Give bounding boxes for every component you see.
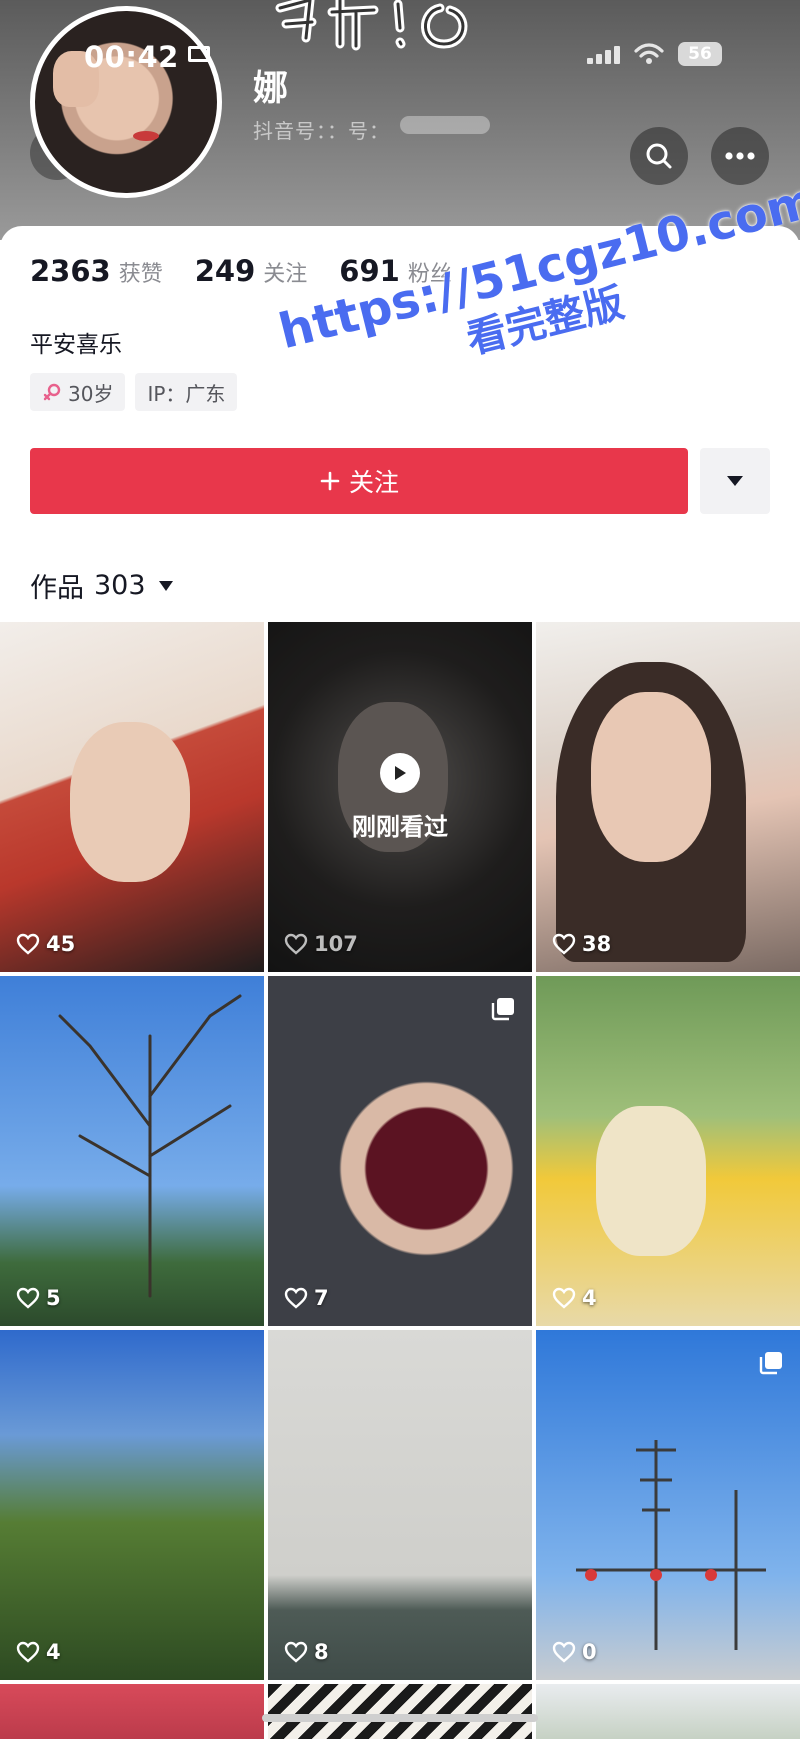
profile-tags: 30岁 IP：广东: [30, 373, 238, 411]
search-button[interactable]: [630, 127, 688, 185]
profile-bio: 平安喜乐: [30, 332, 122, 358]
recommend-dropdown-button[interactable]: [700, 448, 770, 514]
avatar-lips-shape: [133, 131, 159, 141]
like-count: 4: [552, 1286, 597, 1310]
video-tile[interactable]: 4: [536, 976, 800, 1326]
tag-age: 30岁: [30, 373, 126, 411]
like-count-value: 4: [46, 1640, 61, 1664]
multi-image-icon: [758, 1350, 784, 1380]
status-indicators: 56: [587, 42, 722, 66]
recently-viewed-overlay: 刚刚看过: [268, 622, 532, 972]
stat-likes[interactable]: 2363 获赞: [30, 254, 163, 288]
status-time: 00:42: [84, 40, 179, 74]
heart-icon: [552, 1641, 576, 1663]
like-count-value: 4: [582, 1286, 597, 1310]
profile-panel: 2363 获赞 249 关注 691 粉丝 平安喜乐 30岁 IP：广东 关注: [0, 226, 800, 622]
stat-followers[interactable]: 691 粉丝: [339, 254, 452, 288]
heart-icon: [16, 1287, 40, 1309]
works-tab[interactable]: 作品 303: [30, 566, 174, 605]
search-icon: [646, 143, 672, 169]
follow-button[interactable]: 关注: [30, 448, 688, 514]
thumbnail-face-shape: [591, 692, 711, 862]
plus-icon: [320, 471, 340, 491]
female-icon: [43, 383, 61, 401]
video-tile[interactable]: 4: [0, 1330, 264, 1680]
like-count: 8: [284, 1640, 329, 1664]
profile-stats: 2363 获赞 249 关注 691 粉丝: [30, 254, 484, 288]
stat-value: 249: [194, 254, 256, 288]
follow-button-label: 关注: [348, 468, 399, 497]
stat-label: 粉丝: [407, 262, 452, 287]
more-options-button[interactable]: [711, 127, 769, 185]
like-count: 5: [16, 1286, 61, 1310]
like-count-value: 7: [314, 1286, 329, 1310]
video-tile[interactable]: 8: [268, 1330, 532, 1680]
like-count: 7: [284, 1286, 329, 1310]
video-tile[interactable]: [536, 1684, 800, 1739]
works-grid: 45 刚刚看过 107 38 5 7 4 4 8 0: [0, 622, 800, 1739]
multi-image-icon: [490, 996, 516, 1026]
video-tile[interactable]: 5: [0, 976, 264, 1326]
stat-value: 691: [339, 254, 400, 288]
works-count: 303: [94, 570, 146, 601]
like-count: 38: [552, 932, 611, 956]
more-dots-icon: [725, 152, 755, 160]
caret-down-icon: [727, 476, 743, 486]
like-count: 4: [16, 1640, 61, 1664]
works-caret-down-icon: [158, 580, 173, 591]
header-doodle-graphic: [275, 0, 468, 51]
stat-following[interactable]: 249 关注: [195, 254, 308, 288]
like-count-value: 45: [46, 932, 76, 956]
heart-icon: [284, 1641, 308, 1663]
heart-icon: [16, 1641, 40, 1663]
heart-icon: [284, 933, 308, 955]
video-tile[interactable]: 38: [536, 622, 800, 972]
tag-ip-label: IP：广东: [147, 381, 226, 406]
thumbnail-utility-pole-shape: [576, 1440, 766, 1650]
home-indicator: [262, 1714, 538, 1722]
play-icon: [380, 752, 420, 793]
douyin-id-redaction: [400, 116, 490, 134]
heart-icon: [552, 933, 576, 955]
like-count-value: 8: [314, 1640, 329, 1664]
douyin-id[interactable]: 抖音号：：号：: [253, 115, 390, 144]
stat-label: 获赞: [118, 262, 163, 287]
video-tile[interactable]: [0, 1684, 264, 1739]
video-tile[interactable]: [268, 1684, 532, 1739]
wifi-icon: [634, 43, 664, 64]
like-count: 107: [284, 932, 358, 956]
works-tab-label: 作品: [30, 573, 84, 604]
heart-icon: [16, 933, 40, 955]
video-tile[interactable]: 7: [268, 976, 532, 1326]
tag-ip: IP：广东: [135, 373, 238, 411]
profile-nickname: 娜: [253, 69, 289, 109]
profile-header: 00:42 56 娜 抖音号：：号：: [0, 0, 800, 240]
like-count: 0: [552, 1640, 597, 1664]
battery-indicator: 56: [678, 42, 722, 66]
heart-icon: [552, 1287, 576, 1309]
stat-value: 2363: [30, 254, 111, 288]
like-count-value: 38: [582, 932, 612, 956]
thumbnail-child-shape: [596, 1106, 706, 1256]
avatar[interactable]: [30, 6, 222, 198]
thumbnail-tree-shape: [58, 994, 242, 1298]
recently-viewed-label: 刚刚看过: [352, 812, 448, 841]
like-count-value: 107: [314, 932, 358, 956]
thumbnail-face-shape: [70, 722, 190, 882]
cellular-signal-icon: [587, 44, 620, 64]
screen-record-icon: [188, 46, 210, 62]
like-count: 45: [16, 932, 75, 956]
video-tile[interactable]: 0: [536, 1330, 800, 1680]
heart-icon: [284, 1287, 308, 1309]
stat-label: 关注: [263, 262, 308, 287]
like-count-value: 0: [582, 1640, 597, 1664]
video-tile[interactable]: 刚刚看过 107: [268, 622, 532, 972]
like-count-value: 5: [46, 1286, 61, 1310]
tag-age-label: 30岁: [68, 381, 114, 406]
video-tile[interactable]: 45: [0, 622, 264, 972]
